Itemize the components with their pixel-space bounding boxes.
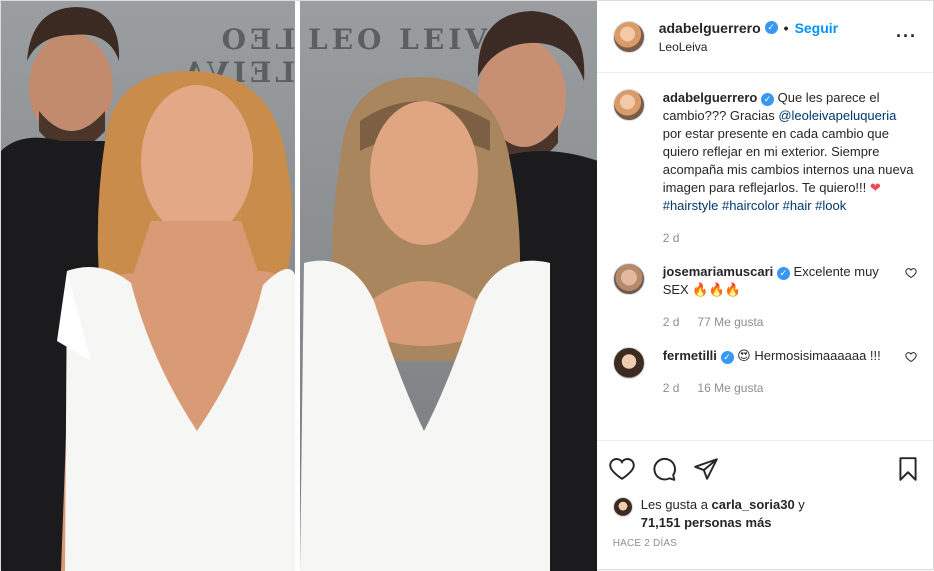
verified-badge-icon: ✓ (761, 93, 774, 106)
post-header: adabelguerrero ✓ • Seguir LeoLeiva ··· (596, 1, 933, 73)
like-comment-heart-icon[interactable] (905, 267, 917, 279)
verified-badge-icon: ✓ (764, 21, 778, 34)
hashtags[interactable]: #hairstyle #haircolor #hair #look (663, 198, 847, 213)
comment-likes[interactable]: 77 Me gusta (697, 313, 763, 331)
comment-item: fermetilli ✓ 😍 Hermosisimaaaaaa !!! 2 d … (612, 347, 917, 397)
comment-username[interactable]: josemariamuscari (663, 264, 774, 279)
verified-badge-icon: ✓ (720, 351, 734, 364)
caption: adabelguerrero ✓ Que les parece el cambi… (612, 89, 917, 247)
before-illustration (1, 7, 295, 571)
heart-emoji: ❤ (869, 180, 881, 195)
comment-item: josemariamuscari ✓ Excelente muy SEX 🔥🔥🔥… (612, 263, 917, 331)
verified-badge-icon: ✓ (776, 267, 790, 280)
commenter-avatar[interactable] (612, 263, 645, 295)
post-side-panel: adabelguerrero ✓ • Seguir LeoLeiva ··· a… (596, 1, 933, 571)
bookmark-icon[interactable] (895, 456, 921, 482)
comment-time[interactable]: 2 d (663, 313, 680, 331)
comment-username[interactable]: fermetilli (663, 348, 717, 363)
caption-username[interactable]: adabelguerrero (663, 90, 758, 105)
before-photo: LEO LEIVA (1, 1, 295, 571)
comment-text: 😍 Hermosisimaaaaaa !!! (737, 348, 881, 363)
author-username[interactable]: adabelguerrero (659, 20, 761, 36)
comment-likes[interactable]: 16 Me gusta (697, 379, 763, 397)
heart-icon[interactable] (609, 456, 635, 482)
caption-time[interactable]: 2 d (663, 229, 680, 247)
likes-summary: Les gusta a carla_soria30 y 71,151 perso… (597, 496, 933, 532)
instagram-post: LEO LEIVA LEO LEIVA adabelguerrero ✓ • S… (0, 0, 934, 571)
commenter-avatar[interactable] (612, 347, 645, 379)
author-avatar[interactable] (612, 20, 645, 53)
comments-list[interactable]: adabelguerrero ✓ Que les parece el cambi… (597, 73, 933, 440)
likes-count[interactable]: 71,151 personas más (641, 515, 772, 530)
post-photo[interactable]: LEO LEIVA LEO LEIVA (1, 1, 597, 571)
share-icon[interactable] (693, 456, 719, 482)
comment-time[interactable]: 2 d (663, 379, 680, 397)
like-comment-heart-icon[interactable] (905, 351, 917, 363)
action-bar (596, 440, 933, 496)
liker-avatar[interactable] (612, 497, 633, 517)
after-photo: LEO LEIVA (300, 1, 597, 571)
after-illustration (300, 11, 597, 571)
more-options-icon[interactable]: ··· (896, 26, 917, 47)
caption-avatar[interactable] (612, 89, 645, 121)
follow-button[interactable]: Seguir (795, 20, 839, 36)
liker-username[interactable]: carla_soria30 (712, 497, 795, 512)
post-date[interactable]: HACE 2 DÍAS (597, 532, 933, 549)
comment-icon[interactable] (651, 456, 677, 482)
location-link[interactable]: LeoLeiva (659, 40, 896, 54)
mention-link[interactable]: @leoleivapeluqueria (778, 108, 896, 123)
